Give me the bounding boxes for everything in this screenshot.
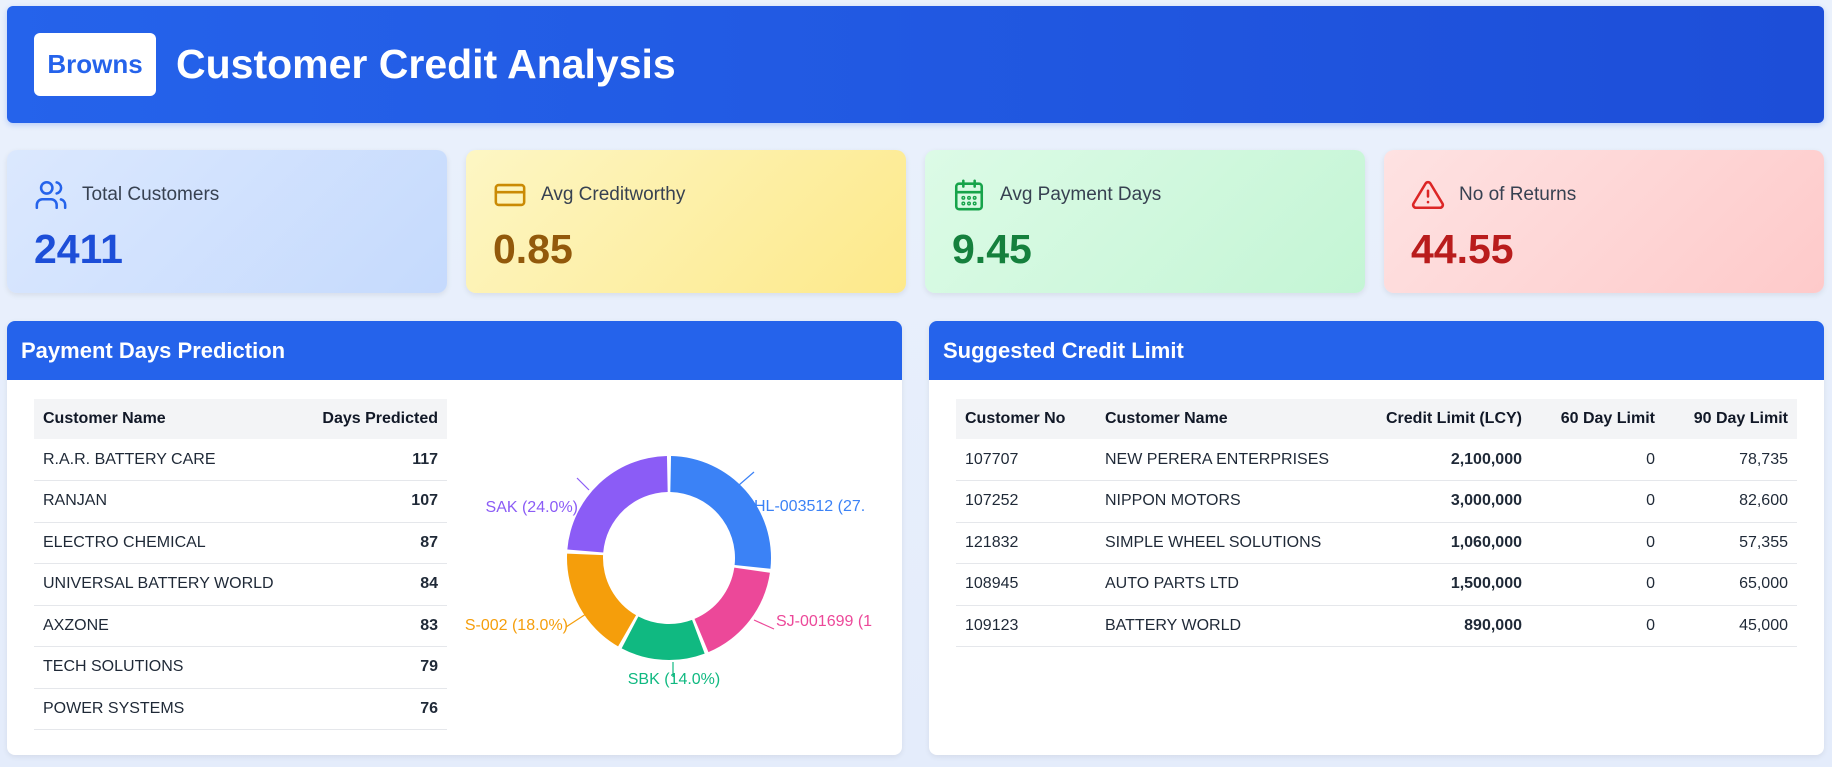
column-header: Customer Name bbox=[34, 399, 303, 439]
kpi-label: Avg Payment Days bbox=[1000, 184, 1162, 205]
customer-no-cell: 108945 bbox=[956, 563, 1096, 606]
table-row[interactable]: POWER SYSTEMS 76 bbox=[34, 688, 447, 730]
table-row[interactable]: 121832 SIMPLE WHEEL SOLUTIONS 1,060,000 0 57… bbox=[956, 522, 1797, 564]
table-row[interactable]: 107252 NIPPON MOTORS 3,000,000 0 82,600 bbox=[956, 480, 1797, 523]
brand-logo: Browns bbox=[34, 33, 156, 96]
customer-name-cell: AUTO PARTS LTD bbox=[1096, 563, 1346, 606]
limit-90-cell: 45,000 bbox=[1664, 605, 1797, 647]
kpi-label: Avg Creditworthy bbox=[541, 184, 686, 205]
limit-60-cell: 0 bbox=[1531, 480, 1664, 523]
limit-60-cell: 0 bbox=[1531, 605, 1664, 647]
limit-90-cell: 65,000 bbox=[1664, 563, 1797, 606]
limit-90-cell: 78,735 bbox=[1664, 439, 1797, 481]
slice-leader-line bbox=[738, 471, 755, 486]
table-row[interactable]: 108945 AUTO PARTS LTD 1,500,000 0 65,000 bbox=[956, 563, 1797, 606]
kpi-value: 44.55 bbox=[1411, 226, 1514, 272]
limit-90-cell: 57,355 bbox=[1664, 522, 1797, 564]
limit-60-cell: 0 bbox=[1531, 563, 1664, 606]
table-header-row: Customer Name Days Predicted bbox=[34, 399, 447, 439]
days-predicted-cell: 117 bbox=[302, 439, 447, 481]
days-predicted-cell: 79 bbox=[302, 646, 447, 689]
table-row[interactable]: TECH SOLUTIONS 79 bbox=[34, 646, 447, 689]
table-row[interactable]: 107707 NEW PERERA ENTERPRISES 2,100,000 0 78… bbox=[956, 439, 1797, 481]
credit-card-icon bbox=[494, 183, 526, 207]
donut-slice[interactable] bbox=[621, 616, 705, 660]
customer-name-cell: NEW PERERA ENTERPRISES bbox=[1096, 439, 1346, 481]
kpi-total-customers: Total Customers 2411 bbox=[7, 150, 447, 293]
table-row[interactable]: UNIVERSAL BATTERY WORLD 84 bbox=[34, 563, 447, 606]
kpi-no-of-returns: No of Returns 44.55 bbox=[1384, 150, 1824, 293]
slice-label: SJ-001699 (1 bbox=[776, 613, 872, 630]
customer-name-cell: NIPPON MOTORS bbox=[1096, 480, 1346, 523]
panel-title: Payment Days Prediction bbox=[7, 321, 902, 380]
table-row[interactable]: AXZONE 83 bbox=[34, 605, 447, 647]
kpi-value: 0.85 bbox=[493, 226, 573, 272]
kpi-label: No of Returns bbox=[1459, 184, 1577, 205]
column-header: Customer Name bbox=[1096, 399, 1346, 439]
credit-limit-cell: 1,060,000 bbox=[1346, 522, 1531, 564]
kpi-value: 9.45 bbox=[952, 226, 1032, 272]
credit-limit-panel: Suggested Credit Limit Customer No Custo… bbox=[929, 321, 1824, 755]
customer-no-cell: 107252 bbox=[956, 480, 1096, 523]
customer-no-cell: 121832 bbox=[956, 522, 1096, 564]
customer-name-cell: RANJAN bbox=[34, 480, 303, 523]
alert-triangle-icon bbox=[1411, 180, 1445, 210]
kpi-label: Total Customers bbox=[82, 184, 220, 205]
days-predicted-cell: 87 bbox=[302, 522, 447, 564]
donut-slice[interactable] bbox=[567, 553, 637, 647]
days-predicted-cell: 107 bbox=[302, 480, 447, 523]
column-header: Customer No bbox=[956, 399, 1096, 439]
days-predicted-cell: 84 bbox=[302, 563, 447, 606]
customer-name-cell: AXZONE bbox=[34, 605, 303, 647]
slice-label: HL-003512 (27. bbox=[754, 498, 865, 515]
slice-leader-line bbox=[753, 619, 775, 630]
slice-leader-line bbox=[576, 477, 590, 491]
credit-limit-table: Customer No Customer Name Credit Limit (… bbox=[956, 399, 1797, 647]
customer-name-cell: UNIVERSAL BATTERY WORLD bbox=[34, 563, 303, 606]
limit-60-cell: 0 bbox=[1531, 439, 1664, 481]
payment-days-donut-chart: HL-003512 (27. SJ-001699 (1 SBK (14.0%) S-0… bbox=[465, 456, 872, 688]
slice-label: S-002 (18.0%) bbox=[465, 617, 568, 634]
kpi-value: 2411 bbox=[34, 226, 123, 272]
donut-slice[interactable] bbox=[567, 456, 668, 553]
credit-limit-cell: 1,500,000 bbox=[1346, 563, 1531, 606]
credit-limit-cell: 3,000,000 bbox=[1346, 480, 1531, 523]
page-title: Customer Credit Analysis bbox=[176, 41, 676, 87]
table-row[interactable]: RANJAN 107 bbox=[34, 480, 447, 523]
panel-title: Suggested Credit Limit bbox=[929, 321, 1824, 380]
column-header: Credit Limit (LCY) bbox=[1346, 399, 1531, 439]
kpi-avg-payment-days: Avg Payment Days 9.45 bbox=[925, 150, 1365, 293]
customer-name-cell: R.A.R. BATTERY CARE bbox=[34, 439, 303, 481]
kpi-avg-creditworthy: Avg Creditworthy 0.85 bbox=[466, 150, 906, 293]
limit-90-cell: 82,600 bbox=[1664, 480, 1797, 523]
days-predicted-cell: 83 bbox=[302, 605, 447, 647]
customer-no-cell: 109123 bbox=[956, 605, 1096, 647]
slice-label: SBK (14.0%) bbox=[628, 671, 720, 688]
credit-limit-cell: 890,000 bbox=[1346, 605, 1531, 647]
table-header-row: Customer No Customer Name Credit Limit (… bbox=[956, 399, 1797, 439]
slice-leader-line bbox=[565, 613, 587, 628]
column-header: 60 Day Limit bbox=[1531, 399, 1664, 439]
table-row[interactable]: 109123 BATTERY WORLD 890,000 0 45,000 bbox=[956, 605, 1797, 647]
column-header: Days Predicted bbox=[302, 399, 447, 439]
customer-name-cell: SIMPLE WHEEL SOLUTIONS bbox=[1096, 522, 1346, 564]
table-row[interactable]: ELECTRO CHEMICAL 87 bbox=[34, 522, 447, 564]
table-row[interactable]: R.A.R. BATTERY CARE 117 bbox=[34, 439, 447, 481]
donut-slice[interactable] bbox=[694, 567, 770, 653]
calendar-icon bbox=[954, 179, 984, 211]
credit-limit-cell: 2,100,000 bbox=[1346, 439, 1531, 481]
customer-no-cell: 107707 bbox=[956, 439, 1096, 481]
slice-label: SAK (24.0%) bbox=[486, 499, 578, 516]
customer-name-cell: BATTERY WORLD bbox=[1096, 605, 1346, 647]
days-predicted-cell: 76 bbox=[302, 688, 447, 730]
customer-name-cell: ELECTRO CHEMICAL bbox=[34, 522, 303, 564]
payment-days-table: Customer Name Days Predicted R.A.R. BATT… bbox=[34, 399, 447, 730]
customer-name-cell: TECH SOLUTIONS bbox=[34, 646, 303, 689]
customer-name-cell: POWER SYSTEMS bbox=[34, 688, 303, 730]
app-header: Browns Customer Credit Analysis bbox=[7, 6, 1824, 123]
column-header: 90 Day Limit bbox=[1664, 399, 1797, 439]
limit-60-cell: 0 bbox=[1531, 522, 1664, 564]
users-icon bbox=[35, 180, 67, 210]
